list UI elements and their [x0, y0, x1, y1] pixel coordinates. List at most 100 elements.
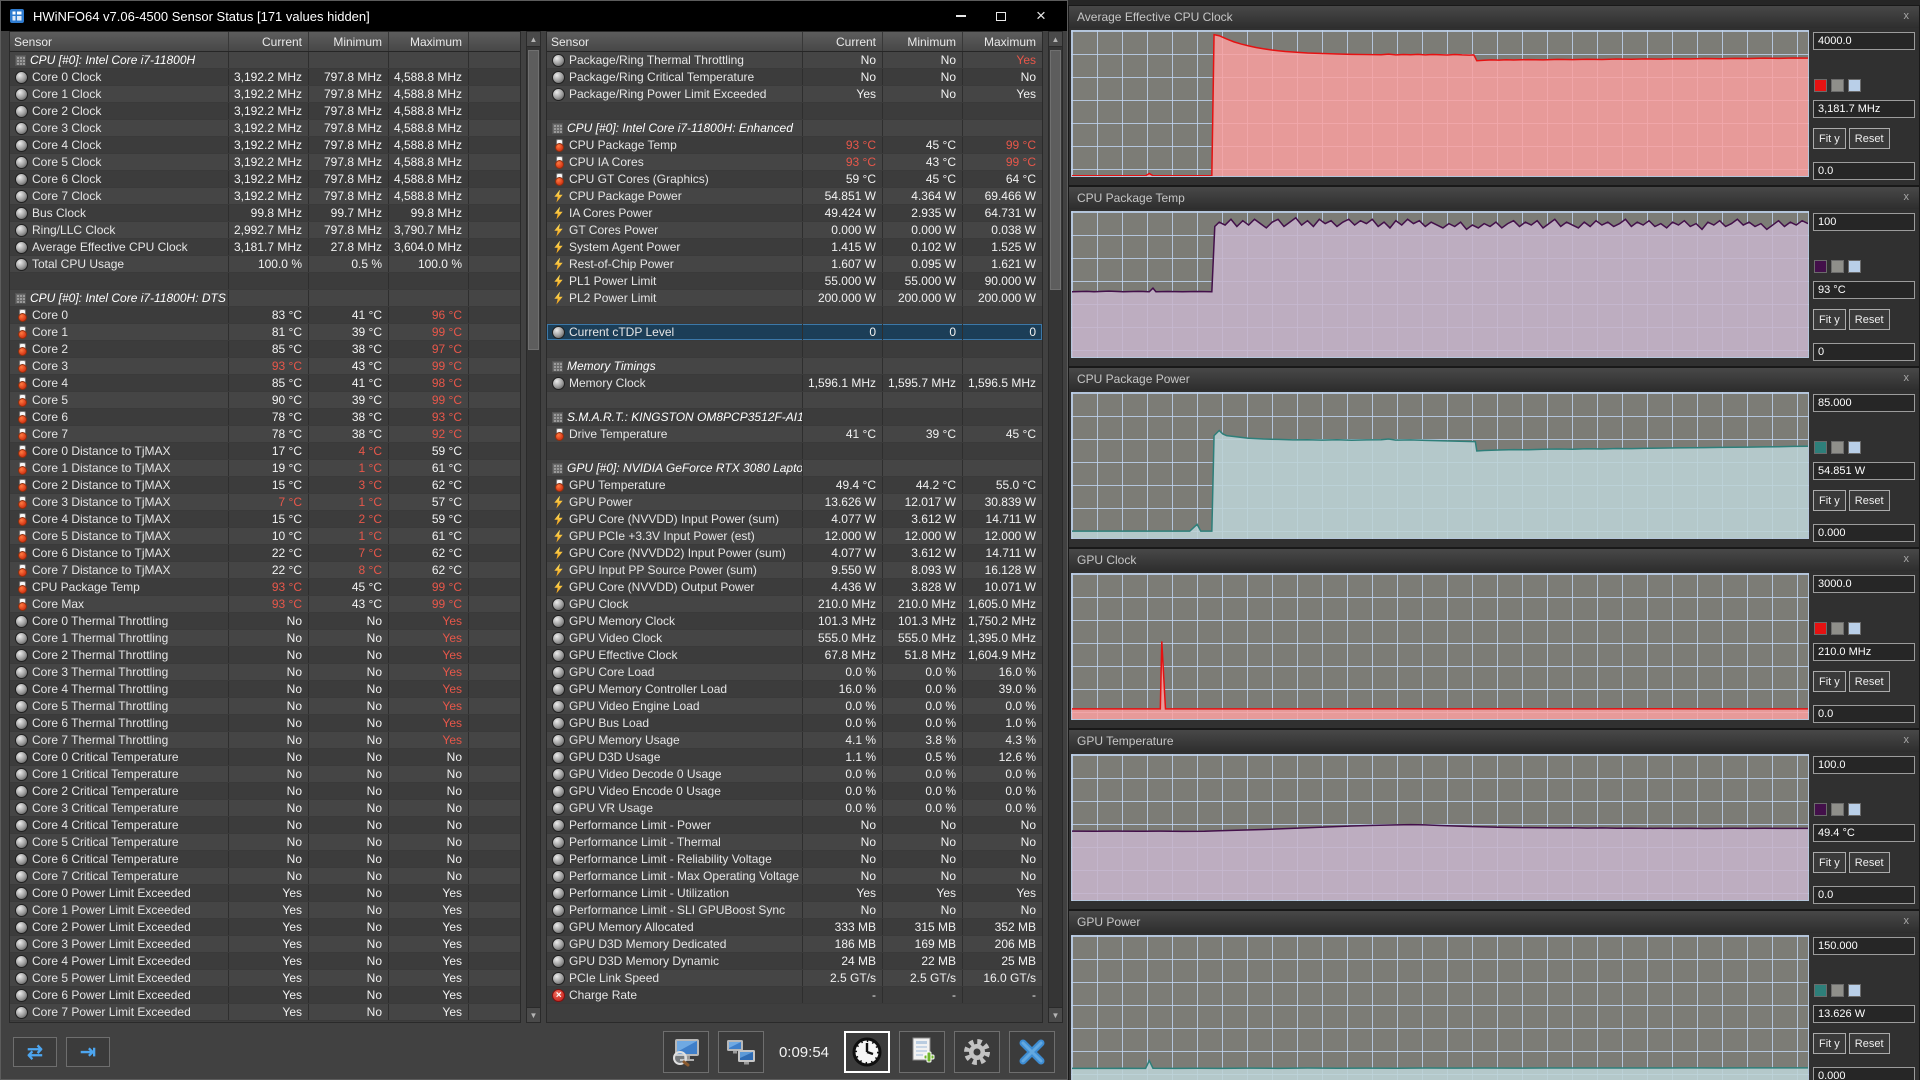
table-row[interactable]: Core 5 Critical Temperature No No No: [10, 834, 520, 851]
close-button[interactable]: ×: [1021, 3, 1061, 29]
reset-button[interactable]: Reset: [1849, 671, 1890, 692]
graph-plot-area[interactable]: [1071, 211, 1809, 358]
swap-columns-button[interactable]: ⇄: [13, 1037, 57, 1067]
table-row[interactable]: CPU [#0]: Intel Core i7-11800H: [10, 52, 520, 69]
close-icon[interactable]: x: [1902, 915, 1912, 933]
table-row[interactable]: GPU Power 13.626 W 12.017 W 30.839 W: [547, 494, 1042, 511]
table-row[interactable]: [547, 341, 1042, 358]
scroll-down-icon[interactable]: ▼: [1049, 1007, 1062, 1022]
table-row[interactable]: Core 0 Power Limit Exceeded Yes No Yes: [10, 885, 520, 902]
close-icon[interactable]: x: [1902, 553, 1912, 571]
table-row[interactable]: Core 3 Distance to TjMAX 7 °C 1 °C 57 °C: [10, 494, 520, 511]
table-row[interactable]: Memory Timings: [547, 358, 1042, 375]
background-color-swatch[interactable]: [1831, 441, 1844, 454]
table-row[interactable]: GPU [#0]: NVIDIA GeForce RTX 3080 Laptop…: [547, 460, 1042, 477]
table-row[interactable]: Core 7 78 °C 38 °C 92 °C: [10, 426, 520, 443]
table-row[interactable]: Memory Clock 1,596.1 MHz 1,595.7 MHz 1,5…: [547, 375, 1042, 392]
scrollbar-thumb[interactable]: [1050, 50, 1061, 290]
table-row[interactable]: GPU Memory Usage 4.1 % 3.8 % 4.3 %: [547, 732, 1042, 749]
table-row[interactable]: Core 7 Clock 3,192.2 MHz 797.8 MHz 4,588…: [10, 188, 520, 205]
table-row[interactable]: Charge Rate - - -: [547, 987, 1042, 1004]
background-color-swatch[interactable]: [1831, 803, 1844, 816]
line-color-swatch[interactable]: [1814, 622, 1827, 635]
table-row[interactable]: IA Cores Power 49.424 W 2.935 W 64.731 W: [547, 205, 1042, 222]
swap-to-bar-button[interactable]: ⇥: [66, 1037, 110, 1067]
table-row[interactable]: Core 5 Thermal Throttling No No Yes: [10, 698, 520, 715]
column-header-sensor[interactable]: Sensor: [10, 32, 228, 51]
table-row[interactable]: Core 2 85 °C 38 °C 97 °C: [10, 341, 520, 358]
close-icon[interactable]: x: [1902, 734, 1912, 752]
column-header-sensor[interactable]: Sensor: [547, 32, 802, 51]
clock-mode-button[interactable]: [844, 1031, 890, 1073]
table-row[interactable]: GPU Temperature 49.4 °C 44.2 °C 55.0 °C: [547, 477, 1042, 494]
scrollbar-thumb[interactable]: [528, 50, 539, 350]
table-row[interactable]: Performance Limit - SLI GPUBoost Sync No…: [547, 902, 1042, 919]
table-row[interactable]: GPU Memory Clock 101.3 MHz 101.3 MHz 1,7…: [547, 613, 1042, 630]
table-row[interactable]: Core 1 Clock 3,192.2 MHz 797.8 MHz 4,588…: [10, 86, 520, 103]
table-row[interactable]: CPU [#0]: Intel Core i7-11800H: DTS: [10, 290, 520, 307]
graph-plot-area[interactable]: [1071, 935, 1809, 1080]
close-icon[interactable]: x: [1902, 10, 1912, 28]
graph-title-bar[interactable]: CPU Package Power x: [1069, 368, 1919, 390]
table-row[interactable]: Performance Limit - Thermal No No No: [547, 834, 1042, 851]
table-row[interactable]: Core 5 90 °C 39 °C 99 °C: [10, 392, 520, 409]
table-row[interactable]: GPU Video Engine Load 0.0 % 0.0 % 0.0 %: [547, 698, 1042, 715]
table-row[interactable]: Rest-of-Chip Power 1.607 W 0.095 W 1.621…: [547, 256, 1042, 273]
scroll-down-icon[interactable]: ▼: [527, 1007, 540, 1022]
table-row[interactable]: Core 3 Clock 3,192.2 MHz 797.8 MHz 4,588…: [10, 120, 520, 137]
graph-title-bar[interactable]: GPU Temperature x: [1069, 730, 1919, 752]
logging-button[interactable]: [899, 1031, 945, 1073]
settings-button[interactable]: [954, 1031, 1000, 1073]
table-row[interactable]: GPU VR Usage 0.0 % 0.0 % 0.0 %: [547, 800, 1042, 817]
graph-title-bar[interactable]: GPU Clock x: [1069, 549, 1919, 571]
table-row[interactable]: Performance Limit - Max Operating Voltag…: [547, 868, 1042, 885]
maximize-button[interactable]: [981, 3, 1021, 29]
table-row[interactable]: Core 2 Thermal Throttling No No Yes: [10, 647, 520, 664]
table-row[interactable]: Core 1 Power Limit Exceeded Yes No Yes: [10, 902, 520, 919]
table-row[interactable]: Core 1 Distance to TjMAX 19 °C 1 °C 61 °…: [10, 460, 520, 477]
line-color-swatch[interactable]: [1814, 984, 1827, 997]
system-summary-button[interactable]: [663, 1031, 709, 1073]
table-row[interactable]: Core Max 93 °C 43 °C 99 °C: [10, 596, 520, 613]
table-row[interactable]: GPU Core Load 0.0 % 0.0 % 16.0 %: [547, 664, 1042, 681]
table-row[interactable]: GPU Input PP Source Power (sum) 9.550 W …: [547, 562, 1042, 579]
table-row[interactable]: Average Effective CPU Clock 3,181.7 MHz …: [10, 239, 520, 256]
table-row[interactable]: System Agent Power 1.415 W 0.102 W 1.525…: [547, 239, 1042, 256]
table-row[interactable]: CPU IA Cores 93 °C 43 °C 99 °C: [547, 154, 1042, 171]
close-sensors-button[interactable]: [1009, 1031, 1055, 1073]
table-row[interactable]: [10, 273, 520, 290]
table-row[interactable]: Core 6 Distance to TjMAX 22 °C 7 °C 62 °…: [10, 545, 520, 562]
table-row[interactable]: Core 7 Distance to TjMAX 22 °C 8 °C 62 °…: [10, 562, 520, 579]
line-color-swatch[interactable]: [1814, 803, 1827, 816]
table-row[interactable]: Drive Temperature 41 °C 39 °C 45 °C: [547, 426, 1042, 443]
table-row[interactable]: Core 0 Critical Temperature No No No: [10, 749, 520, 766]
table-row[interactable]: Core 6 Clock 3,192.2 MHz 797.8 MHz 4,588…: [10, 171, 520, 188]
table-row[interactable]: Core 0 Thermal Throttling No No Yes: [10, 613, 520, 630]
table-row[interactable]: Core 5 Power Limit Exceeded Yes No Yes: [10, 970, 520, 987]
table-row[interactable]: PL2 Power Limit 200.000 W 200.000 W 200.…: [547, 290, 1042, 307]
fit-y-button[interactable]: Fit y: [1813, 309, 1846, 330]
table-row[interactable]: Core 2 Critical Temperature No No No: [10, 783, 520, 800]
table-row[interactable]: Core 4 Clock 3,192.2 MHz 797.8 MHz 4,588…: [10, 137, 520, 154]
table-row[interactable]: Total CPU Usage 100.0 % 0.5 % 100.0 %: [10, 256, 520, 273]
table-row[interactable]: GPU Video Decode 0 Usage 0.0 % 0.0 % 0.0…: [547, 766, 1042, 783]
reset-button[interactable]: Reset: [1849, 309, 1890, 330]
table-row[interactable]: Ring/LLC Clock 2,992.7 MHz 797.8 MHz 3,7…: [10, 222, 520, 239]
background-color-swatch[interactable]: [1831, 622, 1844, 635]
close-icon[interactable]: x: [1902, 191, 1912, 209]
table-row[interactable]: GPU Memory Allocated 333 MB 315 MB 352 M…: [547, 919, 1042, 936]
table-row[interactable]: GPU Video Clock 555.0 MHz 555.0 MHz 1,39…: [547, 630, 1042, 647]
scroll-up-icon[interactable]: ▲: [1049, 32, 1062, 47]
table-row[interactable]: PL1 Power Limit 55.000 W 55.000 W 90.000…: [547, 273, 1042, 290]
graph-title-bar[interactable]: GPU Power x: [1069, 911, 1919, 933]
title-bar[interactable]: HWiNFO64 v7.06-4500 Sensor Status [171 v…: [1, 1, 1067, 31]
table-row[interactable]: Bus Clock 99.8 MHz 99.7 MHz 99.8 MHz: [10, 205, 520, 222]
table-row[interactable]: Core 6 78 °C 38 °C 93 °C: [10, 409, 520, 426]
table-row[interactable]: Core 1 Critical Temperature No No No: [10, 766, 520, 783]
table-row[interactable]: Core 2 Clock 3,192.2 MHz 797.8 MHz 4,588…: [10, 103, 520, 120]
table-row[interactable]: Core 5 Clock 3,192.2 MHz 797.8 MHz 4,588…: [10, 154, 520, 171]
line-color-swatch[interactable]: [1814, 79, 1827, 92]
column-header-minimum[interactable]: Minimum: [882, 32, 962, 51]
graph-plot-area[interactable]: [1071, 30, 1809, 177]
grid-color-swatch[interactable]: [1848, 441, 1861, 454]
